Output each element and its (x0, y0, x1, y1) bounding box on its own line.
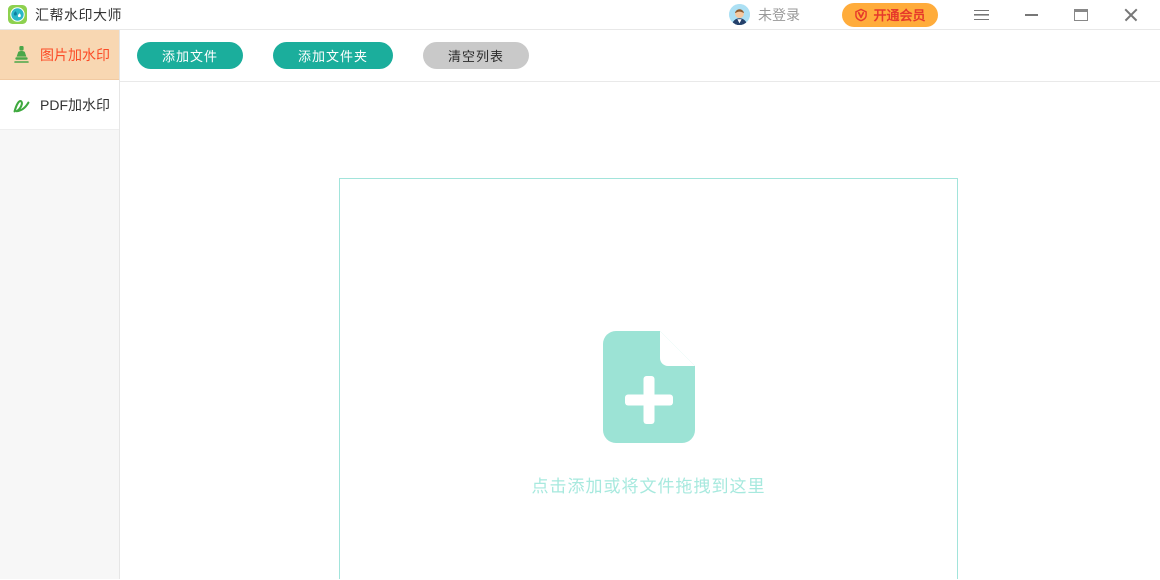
sidebar-item-pdf-watermark[interactable]: PDF加水印 (0, 80, 119, 130)
login-status[interactable]: 未登录 (758, 5, 800, 25)
clear-list-button[interactable]: 清空列表 (423, 42, 529, 69)
user-avatar[interactable] (729, 4, 750, 25)
stamp-icon (12, 45, 31, 64)
sidebar: 图片加水印 PDF加水印 (0, 30, 120, 579)
close-icon (1124, 8, 1138, 22)
minimize-icon (1025, 14, 1038, 16)
maximize-icon (1074, 9, 1088, 21)
file-plus-icon (603, 331, 695, 443)
add-folder-button[interactable]: 添加文件夹 (273, 42, 393, 69)
titlebar: 汇帮水印大师 未登录 (0, 0, 1160, 30)
menu-button[interactable] (966, 1, 996, 29)
sidebar-item-label: 图片加水印 (40, 45, 110, 65)
vip-button-label: 开通会员 (873, 5, 925, 24)
window-controls (966, 1, 1146, 29)
toolbar: 添加文件 添加文件夹 清空列表 (120, 30, 1160, 82)
app-body: 图片加水印 PDF加水印 添加文件 添加文件夹 清空列表 (0, 30, 1160, 579)
maximize-button[interactable] (1066, 1, 1096, 29)
hamburger-menu-icon (974, 10, 989, 20)
app-title: 汇帮水印大师 (35, 5, 122, 25)
app-window: 汇帮水印大师 未登录 (0, 0, 1160, 580)
vip-badge-icon (854, 8, 868, 22)
dropzone-hint: 点击添加或将文件拖拽到这里 (532, 472, 766, 497)
pdf-icon (12, 95, 31, 114)
close-button[interactable] (1116, 1, 1146, 29)
add-file-button[interactable]: 添加文件 (137, 42, 243, 69)
sidebar-item-image-watermark[interactable]: 图片加水印 (0, 30, 119, 80)
open-vip-button[interactable]: 开通会员 (842, 3, 938, 27)
app-logo-icon (8, 5, 27, 24)
content-area: 点击添加或将文件拖拽到这里 (120, 82, 1160, 579)
main-panel: 添加文件 添加文件夹 清空列表 点击添加或将文件拖拽到这里 (120, 30, 1160, 579)
titlebar-right: 未登录 开通会员 (729, 1, 1146, 29)
file-dropzone[interactable]: 点击添加或将文件拖拽到这里 (339, 178, 958, 579)
sidebar-item-label: PDF加水印 (40, 95, 110, 115)
minimize-button[interactable] (1016, 1, 1046, 29)
